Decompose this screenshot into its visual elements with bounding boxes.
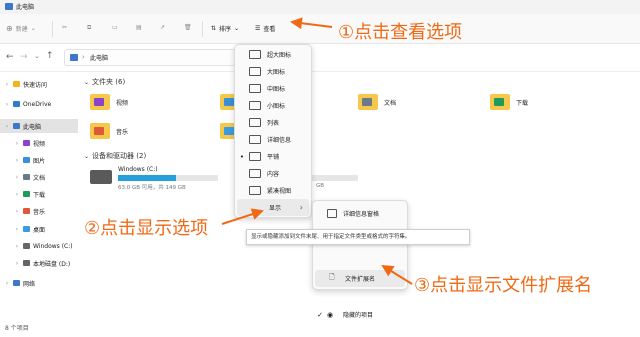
annotation-arrow-2: [221, 208, 264, 225]
annotation-arrow-1: [290, 17, 333, 30]
annotation-step-3: ③点击显示文件扩展名: [414, 275, 593, 296]
annotation-arrow-3: [381, 264, 413, 285]
annotation-step-1: ①点击查看选项: [338, 22, 463, 43]
annotation-step-2: ②点击显示选项: [84, 218, 209, 239]
